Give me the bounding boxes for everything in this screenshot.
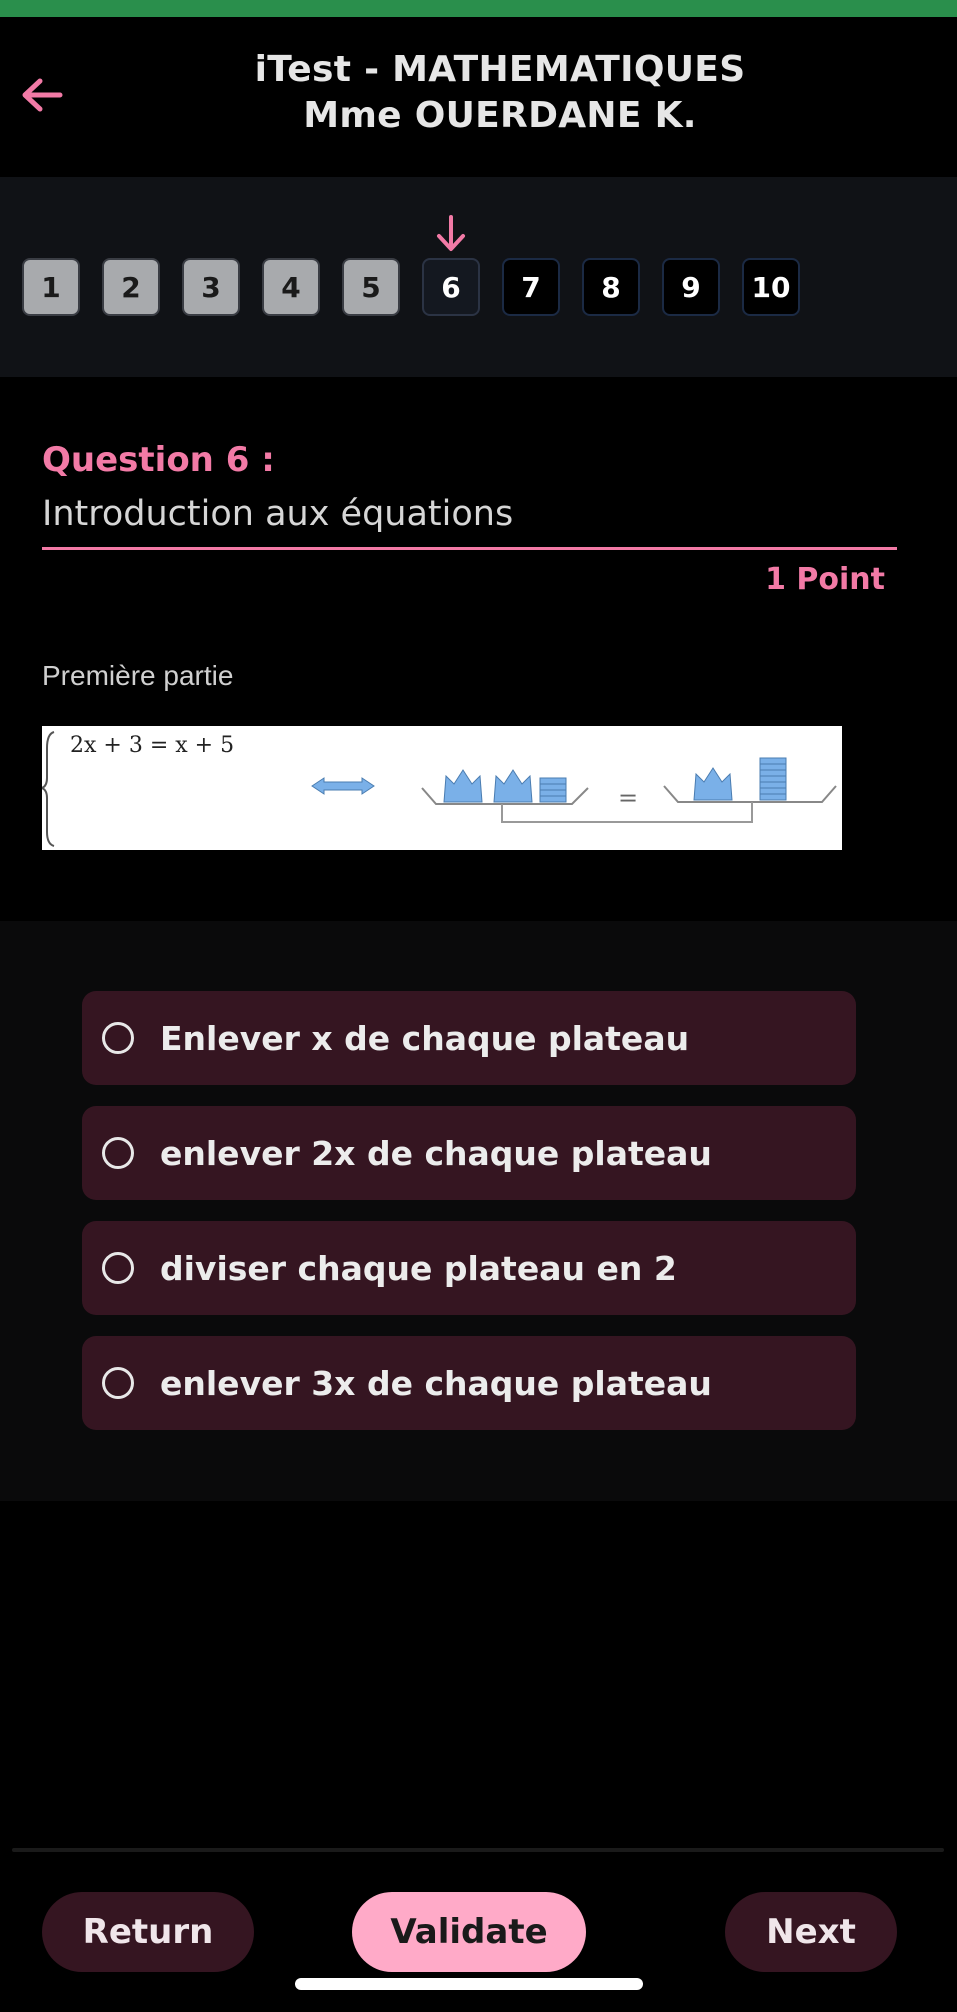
x-block-icon bbox=[443, 769, 533, 803]
question-button-10[interactable]: 10 bbox=[742, 258, 800, 316]
home-indicator[interactable] bbox=[295, 1978, 643, 1990]
back-button[interactable] bbox=[16, 69, 68, 121]
status-strip bbox=[0, 0, 957, 17]
question-button-5[interactable]: 5 bbox=[342, 258, 400, 316]
return-button[interactable]: Return bbox=[42, 1892, 254, 1972]
app-header: iTest - MATHEMATIQUES Mme OUERDANE K. bbox=[0, 17, 957, 177]
answer-label: enlever 3x de chaque plateau bbox=[160, 1363, 712, 1403]
title-block: iTest - MATHEMATIQUES Mme OUERDANE K. bbox=[120, 47, 880, 139]
radio-button-icon[interactable] bbox=[102, 1022, 134, 1054]
question-button-9[interactable]: 9 bbox=[662, 258, 720, 316]
answer-option-4[interactable]: enlever 3x de chaque plateau bbox=[82, 1336, 856, 1430]
question-button-7[interactable]: 7 bbox=[502, 258, 560, 316]
answer-option-3[interactable]: diviser chaque plateau en 2 bbox=[82, 1221, 856, 1315]
question-button-1[interactable]: 1 bbox=[22, 258, 80, 316]
question-button-6[interactable]: 6 bbox=[422, 258, 480, 316]
title-underline bbox=[42, 547, 897, 550]
question-title: Introduction aux équations bbox=[42, 494, 514, 534]
answer-option-2[interactable]: enlever 2x de chaque plateau bbox=[82, 1106, 856, 1200]
right-plate-icon bbox=[663, 785, 837, 803]
next-button[interactable]: Next bbox=[725, 1892, 897, 1972]
unit-stack-icon bbox=[539, 777, 567, 803]
arrow-down-icon bbox=[437, 215, 465, 251]
double-arrow-icon bbox=[311, 777, 375, 795]
answer-label: diviser chaque plateau en 2 bbox=[160, 1248, 677, 1288]
radio-button-icon[interactable] bbox=[102, 1252, 134, 1284]
question-button-3[interactable]: 3 bbox=[182, 258, 240, 316]
question-number: Question 6 : bbox=[42, 440, 275, 480]
radio-button-icon[interactable] bbox=[102, 1137, 134, 1169]
question-part-label: Première partie bbox=[42, 660, 234, 691]
app-title: iTest - MATHEMATIQUES bbox=[254, 49, 746, 90]
question-button-4[interactable]: 4 bbox=[262, 258, 320, 316]
teacher-name: Mme OUERDANE K. bbox=[303, 95, 697, 136]
answer-label: enlever 2x de chaque plateau bbox=[160, 1133, 712, 1173]
arrow-left-icon bbox=[22, 78, 63, 112]
radio-button-icon[interactable] bbox=[102, 1367, 134, 1399]
question-points: 1 Point bbox=[765, 562, 885, 597]
image-equation-text: 2x + 3 = x + 5 bbox=[70, 733, 234, 758]
balance-equation-image: 2x + 3 = x + 5 = bbox=[39, 726, 842, 850]
question-button-8[interactable]: 8 bbox=[582, 258, 640, 316]
question-button-2[interactable]: 2 bbox=[102, 258, 160, 316]
image-equals-sign: = bbox=[618, 784, 638, 812]
validate-button[interactable]: Validate bbox=[352, 1892, 586, 1972]
answer-label: Enlever x de chaque plateau bbox=[160, 1018, 690, 1058]
answer-option-1[interactable]: Enlever x de chaque plateau bbox=[82, 991, 856, 1085]
